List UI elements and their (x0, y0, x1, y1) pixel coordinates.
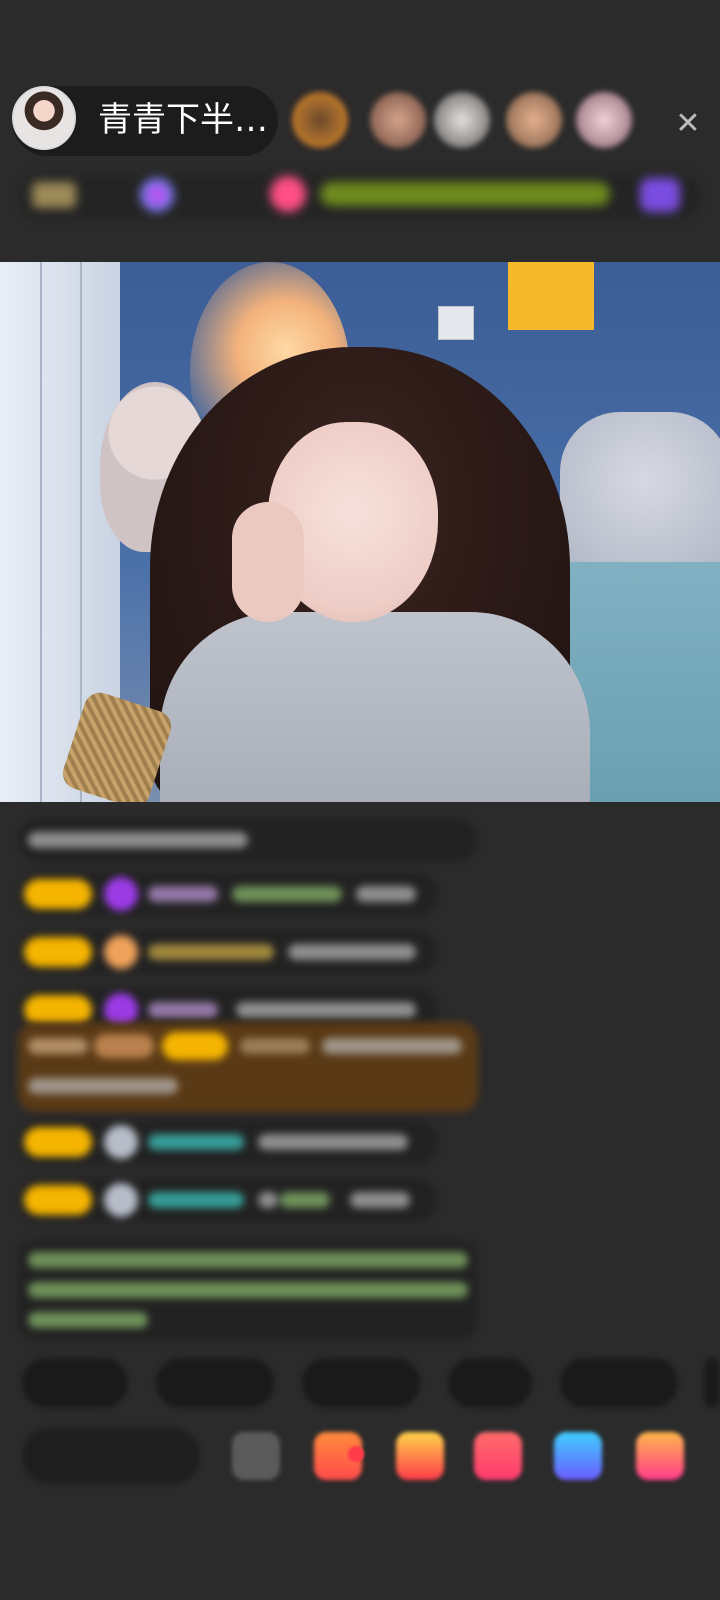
streamer-sweater (160, 612, 590, 802)
quick-reply-chip[interactable] (302, 1358, 420, 1408)
more-icon[interactable] (636, 1432, 684, 1480)
host-name[interactable]: 青青下半… (98, 98, 268, 142)
heart-badge-icon (270, 176, 306, 212)
top-viewer-avatar[interactable] (576, 92, 632, 148)
rank-badge-icon (140, 178, 174, 212)
level-badge (24, 879, 92, 909)
quick-reply-chip[interactable] (156, 1358, 274, 1408)
gift-notice[interactable] (18, 1022, 478, 1112)
chat-message[interactable] (18, 930, 438, 974)
emoji-icon[interactable] (232, 1432, 280, 1480)
streamer-hand (232, 502, 304, 622)
level-badge (24, 937, 92, 967)
level-badge (24, 995, 92, 1025)
level-badge (24, 1185, 92, 1215)
chat-message[interactable] (18, 1178, 438, 1222)
bed (570, 562, 720, 802)
chat-message[interactable] (18, 818, 478, 862)
live-video[interactable] (0, 262, 720, 802)
fan-avatar-icon (104, 877, 138, 911)
game-icon[interactable] (554, 1432, 602, 1480)
gift-icon[interactable] (396, 1432, 444, 1480)
quick-reply-chip[interactable] (560, 1358, 678, 1408)
top-viewer-avatar[interactable] (506, 92, 562, 148)
close-icon[interactable]: ✕ (668, 104, 708, 144)
chat-message[interactable] (18, 1120, 438, 1164)
quick-reply-chip[interactable] (448, 1358, 532, 1408)
bed-headboard (560, 412, 720, 582)
quick-reply-chip[interactable] (704, 1358, 720, 1408)
comment-input[interactable] (22, 1428, 200, 1484)
system-notice (18, 1240, 478, 1340)
level-badge (162, 1032, 228, 1060)
fan-avatar-icon (104, 1183, 138, 1217)
level-badge (24, 1127, 92, 1157)
top-viewer-avatar[interactable] (434, 92, 490, 148)
top-viewer-avatar[interactable] (370, 92, 426, 148)
quick-reply-chip[interactable] (22, 1358, 128, 1408)
wardrobe-panel-line (40, 262, 42, 802)
heart-icon[interactable] (474, 1432, 522, 1480)
cartoon-poster (508, 262, 594, 330)
event-icon (640, 178, 680, 212)
wall-switch (438, 306, 474, 340)
notification-dot (348, 1446, 364, 1462)
rank-icon (32, 182, 76, 208)
chat-message[interactable] (18, 872, 438, 916)
fan-avatar-icon (104, 1125, 138, 1159)
ticker-highlight (320, 182, 610, 206)
top-viewer-avatar[interactable] (292, 92, 348, 148)
host-avatar[interactable] (12, 86, 76, 150)
fan-avatar-icon (104, 935, 138, 969)
